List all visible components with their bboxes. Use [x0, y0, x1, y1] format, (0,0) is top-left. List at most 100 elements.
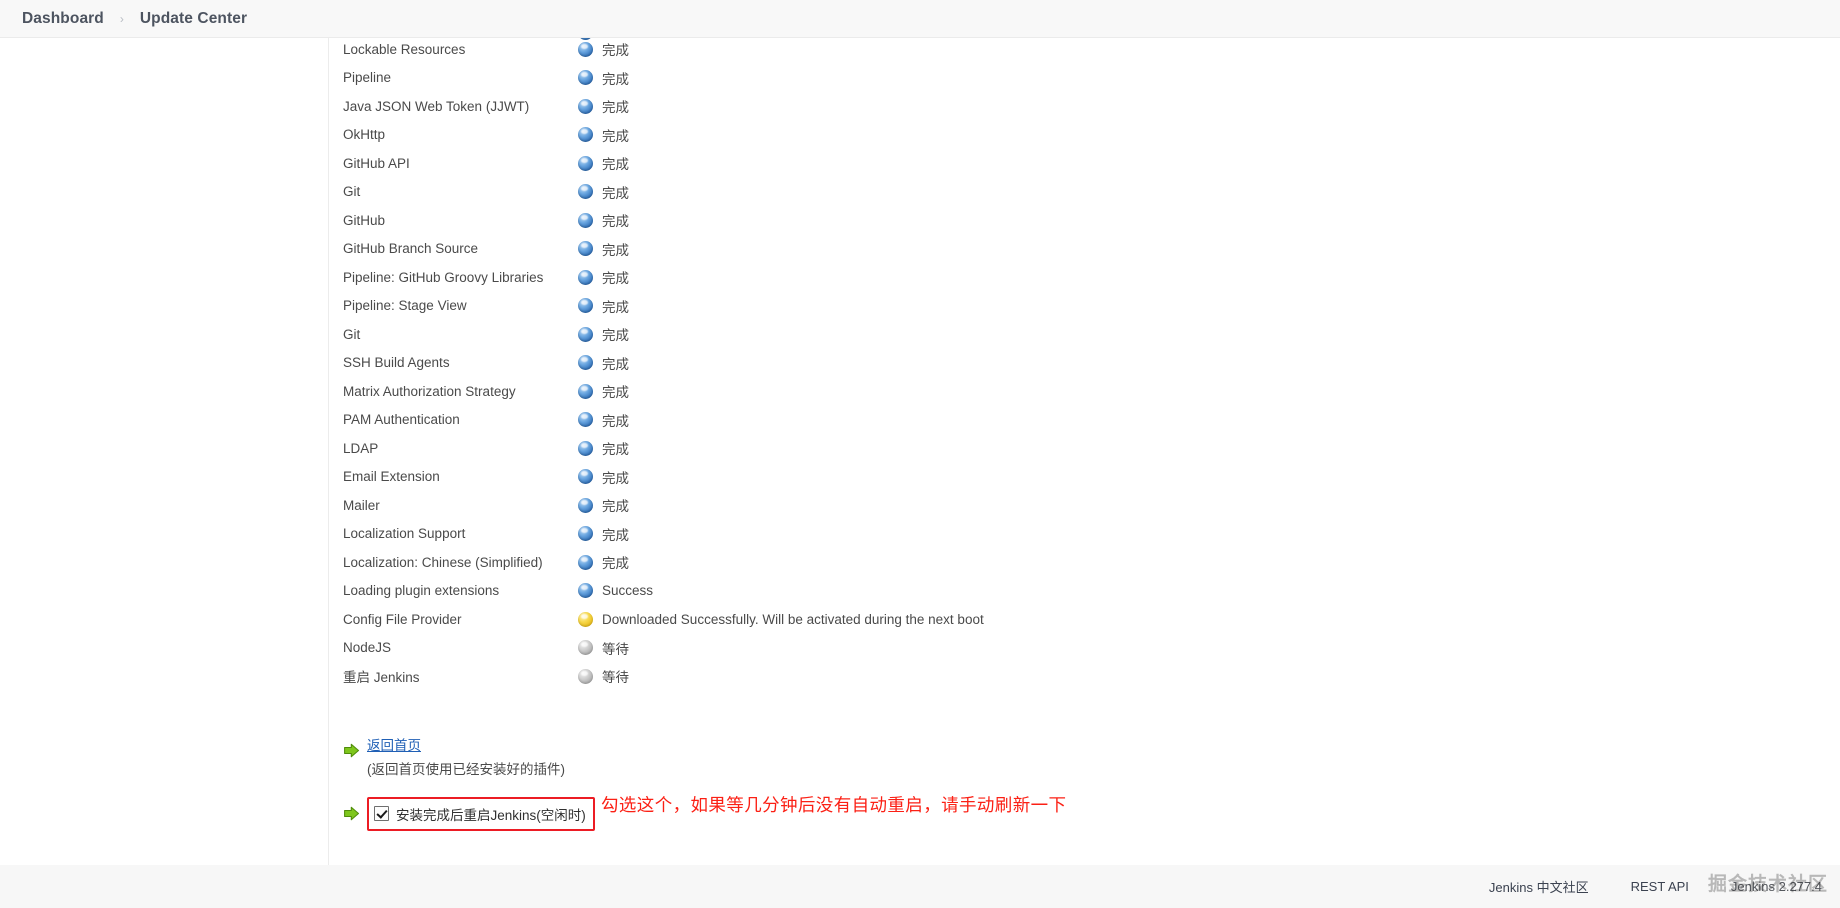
status-cell: 完成	[578, 324, 1529, 344]
status-label: 完成	[602, 242, 629, 258]
plugin-name: Localization Support	[343, 526, 466, 542]
plugin-name: SSH Build Agents	[343, 355, 450, 371]
table-row: Mailer 完成	[329, 491, 1529, 520]
plugin-name: Pipeline: GitHub Groovy Libraries	[343, 269, 544, 285]
status-ball-icon	[578, 269, 593, 285]
table-row: Localization: Chinese (Simplified) 完成	[329, 548, 1529, 577]
plugin-status: 完成	[578, 92, 1529, 121]
main-panel: Lockable Resources 完成 Pipeline 完成 Java JSON …	[329, 38, 1840, 865]
breadcrumb-update-center[interactable]: Update Center	[140, 10, 247, 28]
status-ball-icon	[578, 554, 593, 570]
status-label: Success	[602, 583, 654, 599]
clipped-plugin-name	[329, 38, 578, 40]
status-cell: 完成	[578, 410, 1529, 430]
status-ball-icon	[578, 440, 593, 456]
status-cell: 完成	[578, 210, 1529, 230]
footer-jenkins-version: Jenkins 2.277.4	[1730, 879, 1822, 894]
status-cell: 完成	[578, 153, 1529, 173]
status-cell: 完成	[578, 296, 1529, 316]
plugin-name: Java JSON Web Token (JJWT)	[343, 98, 530, 114]
table-row: NodeJS 等待	[329, 634, 1529, 663]
plugin-status: 等待	[578, 662, 1529, 691]
plugin-name: GitHub API	[343, 155, 410, 171]
plugin-status: 完成	[578, 64, 1529, 93]
status-ball-icon	[578, 155, 593, 171]
plugin-name: Git	[343, 326, 361, 342]
status-cell: 等待	[578, 638, 1529, 658]
back-to-home-note: (返回首页使用已经安装好的插件)	[367, 761, 565, 777]
status-label: 完成	[602, 214, 629, 230]
status-ball-icon	[578, 668, 593, 684]
restart-when-idle-checkbox[interactable]	[374, 806, 389, 821]
status-ball-icon	[578, 184, 593, 200]
status-label: 等待	[602, 670, 629, 686]
go-home-row[interactable]: 返回首页 (返回首页使用已经安装好的插件)	[343, 733, 1840, 778]
status-ball-icon	[578, 38, 593, 40]
status-label: 完成	[602, 271, 629, 287]
status-label: 完成	[602, 556, 629, 572]
status-label: 完成	[602, 128, 629, 144]
plugin-status: Success	[578, 577, 1529, 606]
status-ball-icon	[578, 212, 593, 228]
plugin-name: GitHub	[343, 212, 386, 228]
status-ball-icon	[578, 526, 593, 542]
plugin-status: 完成	[578, 349, 1529, 378]
table-row: 重启 Jenkins 等待	[329, 662, 1529, 691]
plugin-install-table: Lockable Resources 完成 Pipeline 完成 Java JSON …	[329, 35, 1529, 691]
status-cell: Downloaded Successfully. Will be activat…	[578, 611, 1529, 627]
status-cell: 完成	[578, 467, 1529, 487]
status-cell: 完成	[578, 353, 1529, 373]
status-cell: 完成	[578, 68, 1529, 88]
table-row: Localization Support 完成	[329, 520, 1529, 549]
table-row: PAM Authentication 完成	[329, 406, 1529, 435]
plugin-status: 等待	[578, 634, 1529, 663]
plugin-status: 完成	[578, 121, 1529, 150]
table-row: Java JSON Web Token (JJWT) 完成	[329, 92, 1529, 121]
plugin-status: 完成	[578, 434, 1529, 463]
status-cell: 完成	[578, 239, 1529, 259]
status-ball-icon	[578, 469, 593, 485]
restart-option-row[interactable]: 安装完成后重启Jenkins(空闲时)	[343, 796, 595, 831]
green-arrow-icon	[343, 805, 360, 822]
plugin-name: 重启 Jenkins	[343, 670, 420, 686]
plugin-status: 完成	[578, 235, 1529, 264]
table-row: LDAP 完成	[329, 434, 1529, 463]
plugin-name: Loading plugin extensions	[343, 583, 500, 599]
plugin-name: Mailer	[343, 497, 380, 513]
status-label: Downloaded Successfully. Will be activat…	[602, 611, 984, 627]
green-arrow-icon	[343, 742, 360, 759]
clipped-plugin-status	[578, 38, 602, 40]
plugin-name: Email Extension	[343, 469, 440, 485]
status-cell: 完成	[578, 495, 1529, 515]
table-row: Loading plugin extensions Success	[329, 577, 1529, 606]
status-ball-icon	[578, 326, 593, 342]
side-panel	[0, 38, 329, 865]
plugin-status: 完成	[578, 548, 1529, 577]
page-body: Lockable Resources 完成 Pipeline 完成 Java JSON …	[0, 38, 1840, 865]
status-cell: 完成	[578, 182, 1529, 202]
status-ball-icon	[578, 241, 593, 257]
footer-rest-api-link[interactable]: REST API	[1631, 879, 1689, 894]
post-install-actions: 返回首页 (返回首页使用已经安装好的插件) 安装完成后重启Jenkins(空闲时…	[329, 733, 1840, 831]
status-label: 完成	[602, 499, 629, 515]
status-ball-icon	[578, 298, 593, 314]
footer-community-link[interactable]: Jenkins 中文社区	[1489, 877, 1589, 896]
status-ball-icon	[578, 583, 593, 599]
status-label: 完成	[602, 470, 629, 486]
breadcrumb-dashboard[interactable]: Dashboard	[22, 10, 104, 28]
plugin-status: 完成	[578, 463, 1529, 492]
status-label: 等待	[602, 641, 629, 657]
plugin-name: PAM Authentication	[343, 412, 460, 428]
table-row: SSH Build Agents 完成	[329, 349, 1529, 378]
back-to-home-link[interactable]: 返回首页	[367, 734, 421, 754]
plugin-name: Localization: Chinese (Simplified)	[343, 554, 543, 570]
plugin-status: 完成	[578, 491, 1529, 520]
plugin-name: LDAP	[343, 440, 379, 456]
page-footer: Jenkins 中文社区 REST API Jenkins 2.277.4 掘金…	[0, 865, 1840, 908]
table-row: Pipeline 完成	[329, 64, 1529, 93]
plugin-name: Matrix Authorization Strategy	[343, 383, 516, 399]
table-row: Config File Provider Downloaded Successfu…	[329, 605, 1529, 634]
status-label: 完成	[602, 527, 629, 543]
status-label: 完成	[602, 71, 629, 87]
status-cell: 完成	[578, 267, 1529, 287]
